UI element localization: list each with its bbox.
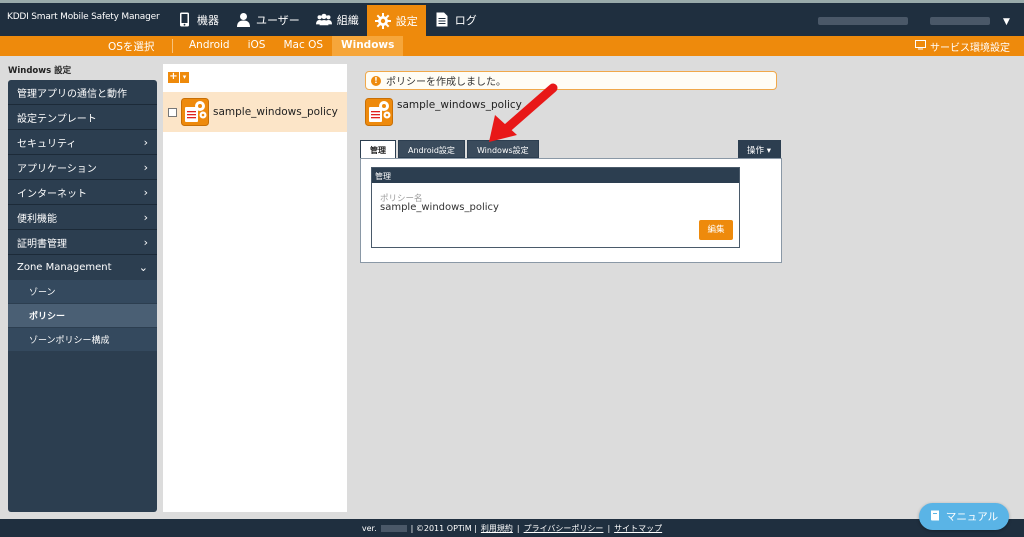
privacy-link[interactable]: プライバシーポリシー [524, 523, 604, 534]
sidebar-item-certificates[interactable]: 証明書管理 › [8, 230, 157, 255]
chevron-right-icon: › [143, 211, 148, 224]
red-arrow-annotation [489, 83, 558, 142]
sidebar-item-applications[interactable]: アプリケーション › [8, 155, 157, 180]
chevron-down-icon: ⌄ [138, 261, 148, 274]
sidebar-item-utilities[interactable]: 便利機能 › [8, 205, 157, 230]
operations-button[interactable]: 操作 ▾ [738, 140, 781, 158]
nav-item-logs[interactable]: ログ [426, 3, 485, 36]
nav-item-label: ユーザー [256, 13, 300, 27]
nav-item-label: 組織 [336, 13, 359, 27]
sidebar-item-app-communication[interactable]: 管理アプリの通信と動作 [8, 80, 157, 105]
policy-name-value: sample_windows_policy [380, 202, 499, 213]
manual-label: マニュアル [945, 511, 999, 523]
monitor-icon [915, 40, 926, 53]
sidebar-item-label: 管理アプリの通信と動作 [17, 88, 127, 100]
management-panel: 管理 ポリシー名 sample_windows_policy 編集 [371, 167, 740, 248]
footer-separator: | [516, 523, 520, 533]
tab-content: 管理 ポリシー名 sample_windows_policy 編集 [360, 158, 782, 263]
version-label: ver. [361, 523, 377, 533]
os-tabs: Android iOS Mac OS Windows [180, 36, 404, 56]
policy-settings-icon [181, 98, 209, 126]
add-dropdown-button[interactable]: ▾ [180, 72, 189, 83]
policy-settings-icon [365, 98, 393, 126]
sidebar-item-label: 便利機能 [17, 213, 57, 225]
footer: ver. | ©2011 OPTiM | 利用規約 | プライバシーポリシー |… [0, 519, 1024, 537]
nav-item-label: 機器 [197, 13, 219, 27]
sidebar-item-label: 証明書管理 [17, 238, 67, 250]
os-tab-macos[interactable]: Mac OS [274, 36, 332, 56]
nav-item-users[interactable]: ユーザー [227, 3, 308, 36]
copyright: | ©2011 OPTiM | [410, 523, 477, 533]
chevron-right-icon: › [143, 236, 148, 249]
user-name-redacted[interactable] [930, 17, 990, 25]
os-select-label: OSを選択 [108, 41, 155, 53]
info-icon: ! [371, 75, 381, 86]
sidebar-item-internet[interactable]: インターネット › [8, 180, 157, 205]
tab-management[interactable]: 管理 [360, 140, 396, 159]
gear-icon [374, 12, 391, 29]
policy-list-panel: + ▾ sample_windows_policy [163, 64, 347, 512]
sidebar-item-label: Zone Management [17, 262, 112, 273]
sidebar-subitem-policies[interactable]: ポリシー [8, 304, 157, 328]
top-bar: KDDI Smart Mobile Safety Manager 機器 ユーザー… [0, 0, 1024, 36]
sidebar-item-label: インターネット [17, 188, 87, 200]
os-tab-android[interactable]: Android [180, 36, 239, 56]
sidebar-item-templates[interactable]: 設定テンプレート [8, 105, 157, 130]
group-icon [315, 12, 332, 28]
account-name-redacted [818, 17, 908, 25]
service-settings-label: サービス環境設定 [930, 43, 1010, 54]
nav-item-label: 設定 [395, 14, 418, 28]
nav-item-label: ログ [454, 13, 477, 27]
sidebar-item-label: セキュリティ [17, 138, 77, 150]
policy-name: sample_windows_policy [213, 106, 338, 118]
sidebar-item-label: アプリケーション [17, 163, 97, 175]
list-item[interactable]: sample_windows_policy [163, 92, 347, 132]
edit-button[interactable]: 編集 [699, 220, 733, 240]
main-nav: 機器 ユーザー 組織 設定 ログ [168, 3, 485, 36]
service-settings-link[interactable]: サービス環境設定 [915, 39, 1010, 54]
os-tab-windows[interactable]: Windows [332, 36, 404, 56]
nav-item-devices[interactable]: 機器 [168, 3, 227, 36]
add-policy-button[interactable]: + [168, 72, 179, 83]
nav-item-settings[interactable]: 設定 [366, 5, 426, 36]
footer-separator: | [607, 523, 611, 533]
user-menu-caret-icon[interactable]: ▼ [1003, 17, 1010, 27]
add-button-group: + ▾ [168, 72, 189, 83]
sidebar-item-zone-management[interactable]: Zone Management ⌄ [8, 255, 157, 280]
terms-link[interactable]: 利用規約 [481, 523, 513, 534]
sidebar-subitem-zone-policy-config[interactable]: ゾーンポリシー構成 [8, 328, 157, 352]
policy-checkbox[interactable] [168, 107, 177, 117]
document-icon [434, 12, 450, 28]
chevron-right-icon: › [143, 161, 148, 174]
nav-item-organization[interactable]: 組織 [308, 3, 367, 36]
panel-title: 管理 [372, 168, 739, 183]
sidebar-subitem-zones[interactable]: ゾーン [8, 280, 157, 304]
divider [172, 39, 173, 53]
chevron-right-icon: › [143, 136, 148, 149]
phone-icon [176, 12, 192, 28]
version-redacted [380, 524, 407, 532]
sidebar: Windows 設定 管理アプリの通信と動作 設定テンプレート セキュリティ › … [7, 61, 157, 513]
sidebar-item-label: 設定テンプレート [17, 113, 97, 125]
success-notice: ! ポリシーを作成しました。 [365, 71, 777, 90]
sidebar-menu: 管理アプリの通信と動作 設定テンプレート セキュリティ › アプリケーション › イ… [8, 80, 157, 512]
chevron-right-icon: › [143, 186, 148, 199]
os-tab-ios[interactable]: iOS [239, 36, 275, 56]
app-title: KDDI Smart Mobile Safety Manager [7, 12, 160, 22]
user-icon [235, 12, 251, 28]
os-select-bar: OSを選択 Android iOS Mac OS Windows サービス環境設… [0, 36, 1024, 56]
sidebar-item-security[interactable]: セキュリティ › [8, 130, 157, 155]
book-icon [930, 510, 940, 524]
sidebar-title: Windows 設定 [8, 66, 72, 76]
tab-android-settings[interactable]: Android設定 [398, 140, 465, 158]
manual-button[interactable]: マニュアル [919, 503, 1009, 530]
sitemap-link[interactable]: サイトマップ [614, 523, 662, 534]
